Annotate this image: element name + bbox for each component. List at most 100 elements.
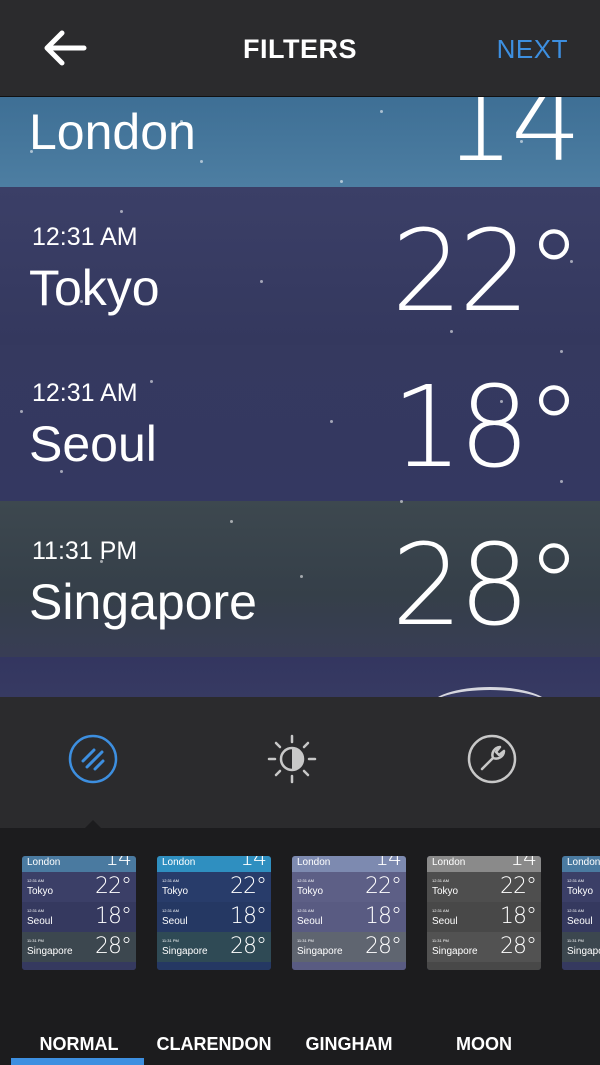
thumb-city: Tokyo bbox=[27, 886, 54, 897]
brightness-icon[interactable] bbox=[266, 733, 318, 785]
filter-thumbnail[interactable]: London1412:31 AMTokyo22°12:31 AMSeoul18°… bbox=[562, 856, 600, 970]
thumb-time: 11:31 PM bbox=[162, 938, 179, 943]
thumb-time: 11:31 PM bbox=[27, 938, 44, 943]
filter-option-moon[interactable]: London 14 12:31 AM Tokyo 22° 12:31 AM Seoul 18°… bbox=[427, 856, 541, 1054]
thumb-temp: 18° bbox=[500, 904, 537, 929]
thumb-city: London bbox=[297, 857, 331, 868]
thumb-time: 11:31 PM bbox=[567, 938, 584, 943]
thumb-temp: 28° bbox=[365, 934, 402, 959]
speckle bbox=[560, 350, 563, 353]
speckle bbox=[120, 210, 123, 213]
speckle bbox=[180, 120, 183, 123]
speckle bbox=[450, 330, 453, 333]
filter-option-normal[interactable]: London 14 12:31 AM Tokyo 22° 12:31 AM Seoul 18°… bbox=[22, 856, 136, 1054]
speckle bbox=[260, 280, 263, 283]
filter-option-clarendon[interactable]: London 14 12:31 AM Tokyo 22° 12:31 AM Seoul 18°… bbox=[157, 856, 272, 1054]
thumb-city: Tokyo bbox=[297, 886, 324, 897]
speckle bbox=[520, 140, 523, 143]
thumb-temp: 28° bbox=[95, 934, 132, 959]
thumb-time: 12:31 AM bbox=[27, 908, 44, 913]
temperature: 28° bbox=[391, 521, 582, 651]
next-button[interactable]: NEXT bbox=[497, 34, 568, 65]
temperature: 18° bbox=[391, 363, 582, 493]
thumb-time: 12:31 AM bbox=[297, 908, 314, 913]
filter-option-l[interactable]: London1412:31 AMTokyo22°12:31 AMSeoul18°… bbox=[562, 856, 600, 970]
city-name: Tokyo bbox=[29, 260, 160, 316]
city-name: London bbox=[29, 104, 196, 160]
thumb-city: Singapore bbox=[297, 946, 343, 957]
speckle bbox=[150, 380, 153, 383]
filter-name: NORMAL bbox=[39, 1034, 119, 1054]
thumb-temp: 22° bbox=[500, 874, 537, 899]
thumb-time: 12:31 AM bbox=[432, 908, 449, 913]
thumb-time: 12:31 AM bbox=[27, 878, 44, 883]
temperature: 22° bbox=[391, 207, 582, 337]
wrench-icon[interactable] bbox=[466, 733, 518, 785]
speckle bbox=[100, 560, 103, 563]
thumb-time: 12:31 AM bbox=[297, 878, 314, 883]
speckle bbox=[330, 420, 333, 423]
speckle bbox=[200, 160, 203, 163]
thumb-time: 12:31 AM bbox=[567, 908, 584, 913]
thumb-city: London bbox=[162, 857, 196, 868]
thumb-temp: 28° bbox=[500, 934, 537, 959]
local-time: 12:31 AM bbox=[32, 379, 138, 407]
local-time: 12:31 AM bbox=[32, 223, 138, 251]
speckle bbox=[300, 575, 303, 578]
speckle bbox=[400, 500, 403, 503]
thumb-temp: 14 bbox=[240, 856, 267, 871]
speckle bbox=[470, 590, 473, 593]
thumb-temp: 14 bbox=[105, 856, 132, 871]
edit-tool-bar bbox=[0, 697, 600, 828]
thumb-city: London bbox=[27, 857, 61, 868]
photo-preview: London 14 12:31 AM Tokyo 22° 12:31 AM Se… bbox=[0, 97, 600, 697]
thumb-time: 11:31 PM bbox=[297, 938, 314, 943]
filter-name: CLARENDON bbox=[156, 1034, 272, 1054]
weather-row-singapore: 11:31 PM Singapore 28° bbox=[0, 501, 600, 657]
thumb-city: Seoul bbox=[297, 916, 323, 927]
filter-thumbnail[interactable]: London1412:31 AMTokyo22°12:31 AMSeoul18°… bbox=[427, 856, 541, 970]
filter-option-gingham[interactable]: London 14 12:31 AM Tokyo 22° 12:31 AM Seoul 18°… bbox=[292, 856, 406, 1054]
speckle bbox=[30, 150, 33, 153]
weather-row-seoul: 12:31 AM Seoul 18° bbox=[0, 345, 600, 501]
temperature: 14 bbox=[443, 97, 582, 187]
filter-thumbnail[interactable]: London1412:31 AMTokyo22°12:31 AMSeoul18°… bbox=[292, 856, 406, 970]
speckle bbox=[570, 260, 573, 263]
thumb-temp: 18° bbox=[95, 904, 132, 929]
speckle bbox=[380, 110, 383, 113]
thumb-city: London bbox=[567, 857, 600, 868]
thumb-city: London bbox=[432, 857, 466, 868]
thumb-time: 12:31 AM bbox=[567, 878, 584, 883]
speckle bbox=[560, 480, 563, 483]
thumb-city: Seoul bbox=[432, 916, 458, 927]
speckle bbox=[340, 180, 343, 183]
thumb-city: Seoul bbox=[567, 916, 593, 927]
filter-thumbnail[interactable]: London1412:31 AMTokyo22°12:31 AMSeoul18°… bbox=[157, 856, 271, 970]
thumb-city: Singapore bbox=[162, 946, 208, 957]
speckle bbox=[20, 410, 23, 413]
thumb-temp: 22° bbox=[230, 874, 267, 899]
speckle bbox=[80, 300, 83, 303]
thumb-city: Tokyo bbox=[432, 886, 459, 897]
thumb-temp: 14 bbox=[375, 856, 402, 871]
thumb-city: Singapore bbox=[567, 946, 600, 957]
thumb-time: 12:31 AM bbox=[432, 878, 449, 883]
thumb-city: Seoul bbox=[27, 916, 53, 927]
thumb-time: 11:31 PM bbox=[432, 938, 449, 943]
local-time: 11:31 PM bbox=[32, 537, 138, 565]
weather-row-partial bbox=[0, 657, 600, 697]
thumb-city: Singapore bbox=[432, 946, 478, 957]
filter-thumbnail[interactable]: London 14 12:31 AM Tokyo 22° 12:31 AM Seoul 18°… bbox=[22, 856, 136, 970]
thumb-time: 12:31 AM bbox=[162, 908, 179, 913]
thumb-city: Singapore bbox=[27, 946, 73, 957]
weather-row-london: London 14 bbox=[0, 97, 600, 187]
filter-strip[interactable]: London 14 12:31 AM Tokyo 22° 12:31 AM Seoul 18°… bbox=[0, 828, 600, 1065]
thumb-city: Seoul bbox=[162, 916, 188, 927]
speckle bbox=[230, 520, 233, 523]
filter-name: MOON bbox=[456, 1034, 512, 1054]
filter-name: L bbox=[549, 1034, 600, 1055]
thumb-temp: 22° bbox=[95, 874, 132, 899]
filter-icon[interactable] bbox=[67, 733, 119, 785]
filter-name: GINGHAM bbox=[305, 1034, 393, 1054]
city-name: Seoul bbox=[29, 416, 157, 472]
